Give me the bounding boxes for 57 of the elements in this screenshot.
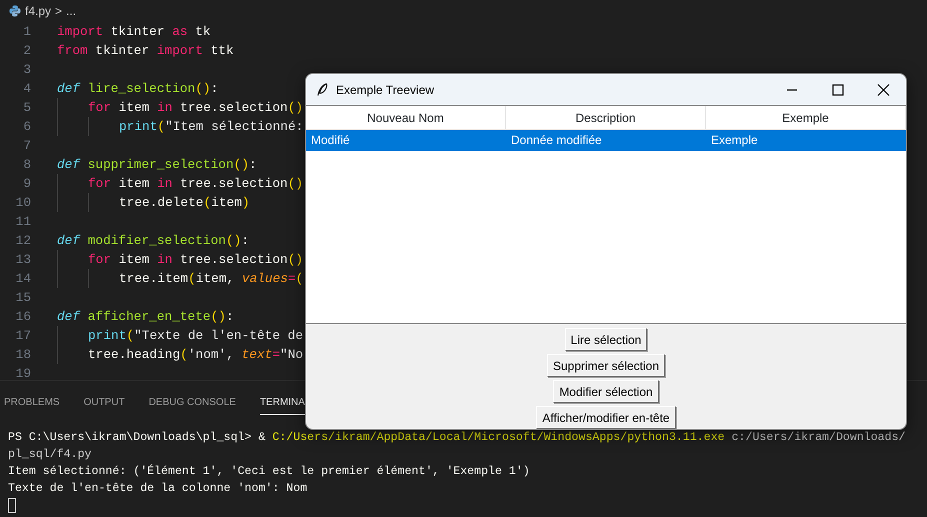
- code-line: import tkinter as tk: [57, 24, 211, 39]
- line-number: 15: [14, 289, 31, 307]
- line-number: 8: [22, 156, 31, 174]
- table-cell-text: Donnée modifiée: [510, 132, 603, 149]
- line-number: 1: [22, 23, 31, 41]
- line-number: 10: [14, 194, 31, 212]
- close-icon[interactable]: [876, 84, 890, 96]
- line-number: 17: [14, 327, 31, 345]
- code-line: tree.delete(item): [119, 195, 250, 210]
- code-line: tree.heading('nom', text="No: [88, 347, 304, 362]
- code-line: print("Texte de l'en-tête de: [88, 328, 304, 343]
- action-button[interactable]: Afficher/modifier en-tête: [536, 406, 676, 429]
- line-number: 16: [14, 308, 31, 326]
- terminal-line: PS C:\Users\ikram\Downloads\pl_sql> & C:/Users/ikram/AppData/Local/Microsoft/WindowsApps/python3.11.exe c:/Users/ikram/Downloads/: [8, 430, 907, 446]
- terminal-cursor: [8, 498, 16, 513]
- python-file-icon: [9, 5, 21, 17]
- panel-tab[interactable]: OUTPUT: [84, 381, 125, 415]
- line-number: 13: [14, 251, 31, 269]
- line-number: 11: [14, 213, 31, 231]
- code-line: def afficher_en_tete():: [57, 309, 234, 324]
- line-number: 9: [22, 175, 31, 193]
- code-line: def modifier_selection():: [57, 233, 249, 248]
- line-number: 19: [14, 365, 31, 383]
- breadcrumb-file[interactable]: f4.py: [25, 2, 52, 20]
- action-button[interactable]: Modifier sélection: [553, 380, 659, 403]
- table-cell-text: Modifié: [310, 132, 351, 149]
- line-number: 3: [22, 61, 31, 79]
- line-number: 7: [22, 137, 31, 155]
- line-number: 14: [14, 270, 31, 288]
- line-number: 18: [14, 346, 31, 364]
- action-button[interactable]: Lire sélection: [564, 328, 648, 351]
- panel-tab[interactable]: DEBUG CONSOLE: [148, 381, 236, 415]
- code-line: def supprimer_selection():: [57, 157, 257, 172]
- line-number: 2: [22, 42, 31, 60]
- window-title: Exemple Treeview: [336, 82, 436, 98]
- panel-tab[interactable]: PROBLEMS: [4, 381, 60, 415]
- breadcrumb-separator: >: [55, 3, 62, 20]
- code-line: print("Item sélectionné:: [119, 119, 304, 134]
- terminal-line: pl_sql/f4.py: [8, 447, 92, 463]
- breadcrumb-more[interactable]: ...: [66, 2, 76, 20]
- code-line: tree.item(item, values=(: [119, 271, 304, 286]
- code-line: for item in tree.selection(): [88, 100, 304, 115]
- table-cell-text: Exemple: [710, 132, 759, 149]
- code-line: from tkinter import ttk: [57, 43, 234, 58]
- table-row[interactable]: Modifié Donnée modifiée Exemple: [306, 130, 906, 151]
- maximize-icon[interactable]: [830, 84, 844, 96]
- action-button[interactable]: Supprimer sélection: [546, 354, 666, 377]
- feather-icon: [316, 82, 328, 96]
- code-line: def lire_selection():: [57, 81, 218, 96]
- terminal-line: Texte de l'en-tête de la colonne 'nom': Nom: [8, 481, 308, 497]
- line-number: 12: [14, 232, 31, 250]
- line-number: 4: [22, 80, 31, 98]
- line-number: 5: [22, 99, 31, 117]
- line-number: 6: [22, 118, 31, 136]
- code-line: for item in tree.selection(): [88, 176, 304, 191]
- code-line: for item in tree.selection(): [88, 252, 304, 267]
- terminal-line: Item sélectionné: ('Élément 1', 'Ceci est le premier élément', 'Exemple 1'): [8, 463, 531, 480]
